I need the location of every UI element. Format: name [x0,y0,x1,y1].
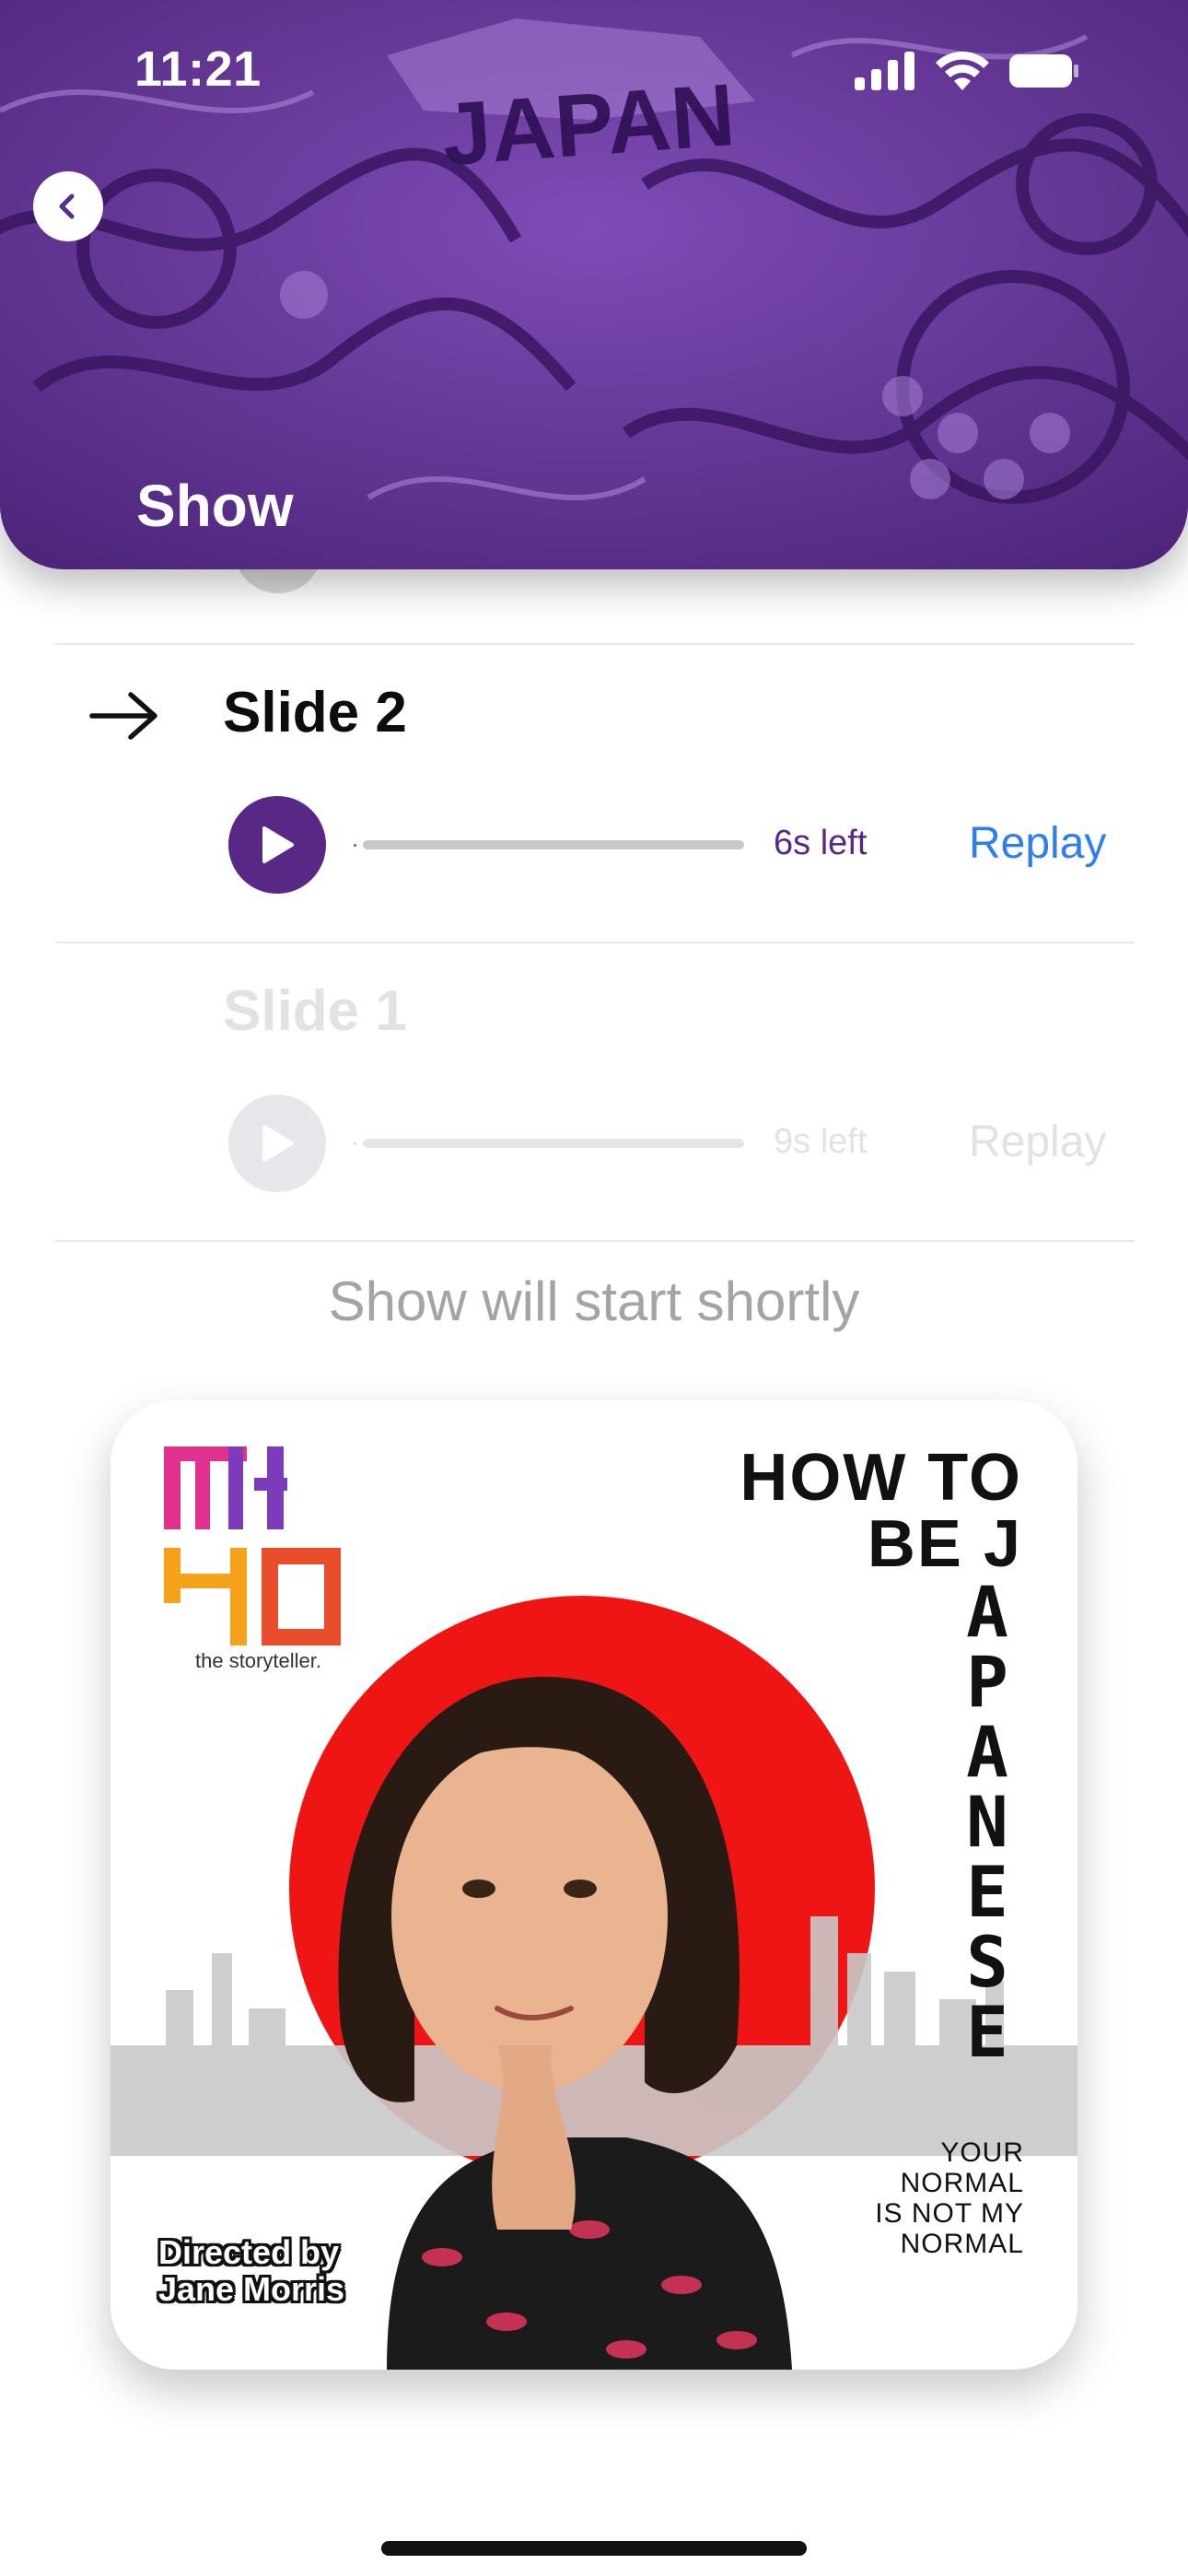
poster-slogan: YOUR NORMAL IS NOT MY NORMAL [875,2137,1024,2259]
poster-director-credit: Directed by Jane Morris [158,2234,344,2308]
divider [55,1240,1135,1242]
slogan-line: IS NOT MY [875,2198,1024,2229]
time-left-label: 6s left [774,824,868,862]
chevron-left-icon [59,193,75,219]
poster-logo-caption: the storyteller. [195,1649,321,1672]
progress-indicator [354,844,356,847]
slide-title: Slide 2 [223,681,407,744]
play-icon [262,826,294,863]
poster-letter-n: N [966,1781,1008,1863]
director-line: Jane Morris [158,2270,345,2308]
progress-bar[interactable] [363,1139,744,1148]
status-time: 11:21 [134,41,262,97]
poster-letter-a: A [966,1711,1008,1793]
back-button[interactable] [33,171,103,241]
poster-title-line-1: HOW TO [740,1441,1022,1515]
arrow-right-icon [89,692,157,740]
time-left-label: 9s left [774,1122,868,1161]
poster-title-vertical: A P A N E S E [950,1577,1024,2067]
slide-item-2: Slide 2 6s left Replay [0,647,1188,942]
show-status-message: Show will start shortly [328,1270,860,1332]
poster-letter-s: S [966,1921,1008,2003]
slide-title: Slide 1 [223,979,407,1043]
replay-button[interactable]: Replay [969,1117,1106,1167]
divider [55,643,1135,645]
poster-letter-e: E [966,1991,1008,2073]
slogan-line: NORMAL [900,2168,1024,2198]
show-poster: the storyteller. HOW TO BE J A P A N E S… [111,1400,1077,2370]
slogan-line: YOUR [940,2137,1024,2168]
progress-bar[interactable] [363,840,744,849]
battery-icon [1009,54,1078,88]
slide-item-1: Slide 1 9s left Replay [0,945,1188,1240]
play-button[interactable] [228,1095,326,1192]
poster-title: HOW TO BE J [740,1445,1022,1577]
replay-button[interactable]: Replay [969,818,1106,869]
director-line: Directed by [158,2233,340,2271]
progress-indicator [354,1142,356,1145]
face [391,1741,668,2091]
show-header: JAPAN 11:21 Show [0,0,1188,569]
play-icon [262,1125,294,1162]
page-title: Show [136,473,294,539]
status-icons [855,52,1079,90]
poster-title-line-2: BE J [867,1507,1022,1581]
poster-letter-e: E [966,1851,1008,1933]
divider [55,942,1135,943]
wifi-icon [936,52,989,90]
home-indicator[interactable] [381,2541,807,2556]
poster-letter-p: P [966,1641,1008,1723]
slogan-line: NORMAL [900,2229,1024,2259]
play-button[interactable] [228,796,326,894]
poster-letter-a: A [966,1571,1008,1653]
status-bar: 11:21 [0,0,1188,138]
cellular-signal-icon [855,52,914,90]
